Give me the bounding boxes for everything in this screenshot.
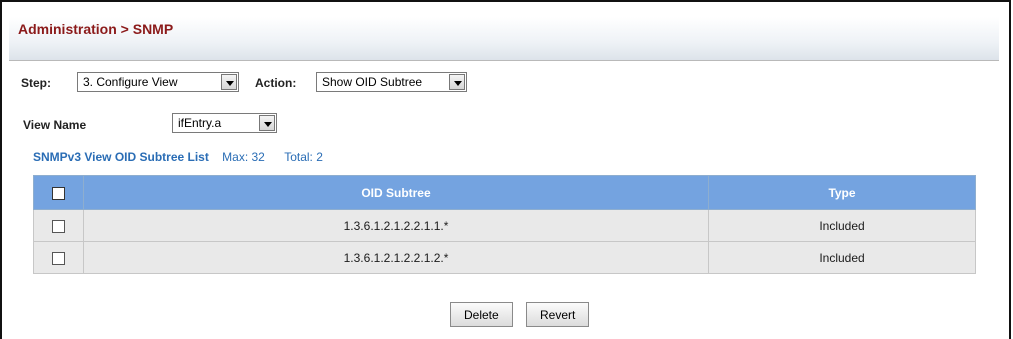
table-row: 1.3.6.1.2.1.2.2.1.1.* Included xyxy=(33,209,976,242)
delete-button[interactable]: Delete xyxy=(450,302,513,327)
column-header-type: Type xyxy=(708,175,976,210)
row-checkbox[interactable] xyxy=(52,251,65,265)
view-name-label: View Name xyxy=(23,118,87,132)
select-all-cell xyxy=(33,175,84,210)
view-name-select-value: ifEntry.a xyxy=(178,116,222,130)
list-total: Total: 2 xyxy=(284,150,323,164)
step-select-value: 3. Configure View xyxy=(83,75,178,89)
action-select-value: Show OID Subtree xyxy=(322,75,423,89)
row-checkbox[interactable] xyxy=(52,219,65,233)
table-row: 1.3.6.1.2.1.2.2.1.2.* Included xyxy=(33,241,976,274)
type-cell: Included xyxy=(708,209,976,242)
list-title-row: SNMPv3 View OID Subtree List Max: 32 Tot… xyxy=(33,150,323,164)
row-select-cell xyxy=(33,209,84,242)
revert-button[interactable]: Revert xyxy=(526,302,590,327)
table-header-row: OID Subtree Type xyxy=(33,175,976,210)
type-cell: Included xyxy=(708,241,976,274)
action-label: Action: xyxy=(255,76,297,90)
step-select[interactable]: 3. Configure View xyxy=(77,72,239,92)
list-title: SNMPv3 View OID Subtree List xyxy=(33,150,209,164)
chevron-down-icon[interactable] xyxy=(449,74,465,90)
oid-subtree-table: OID Subtree Type 1.3.6.1.2.1.2.2.1.1.* I… xyxy=(33,175,976,274)
oid-cell: 1.3.6.1.2.1.2.2.1.1.* xyxy=(83,209,709,242)
title-bar: Administration > SNMP xyxy=(9,17,999,61)
select-all-checkbox[interactable] xyxy=(52,186,65,200)
row-select-cell xyxy=(33,241,84,274)
action-select[interactable]: Show OID Subtree xyxy=(316,72,467,92)
oid-cell: 1.3.6.1.2.1.2.2.1.2.* xyxy=(83,241,709,274)
page-title: Administration > SNMP xyxy=(18,21,174,37)
chevron-down-icon[interactable] xyxy=(221,74,237,90)
view-name-select[interactable]: ifEntry.a xyxy=(172,113,277,133)
chevron-down-icon[interactable] xyxy=(259,115,275,131)
column-header-oid: OID Subtree xyxy=(83,175,709,210)
step-label: Step: xyxy=(21,76,51,90)
list-max: Max: 32 xyxy=(222,150,265,164)
